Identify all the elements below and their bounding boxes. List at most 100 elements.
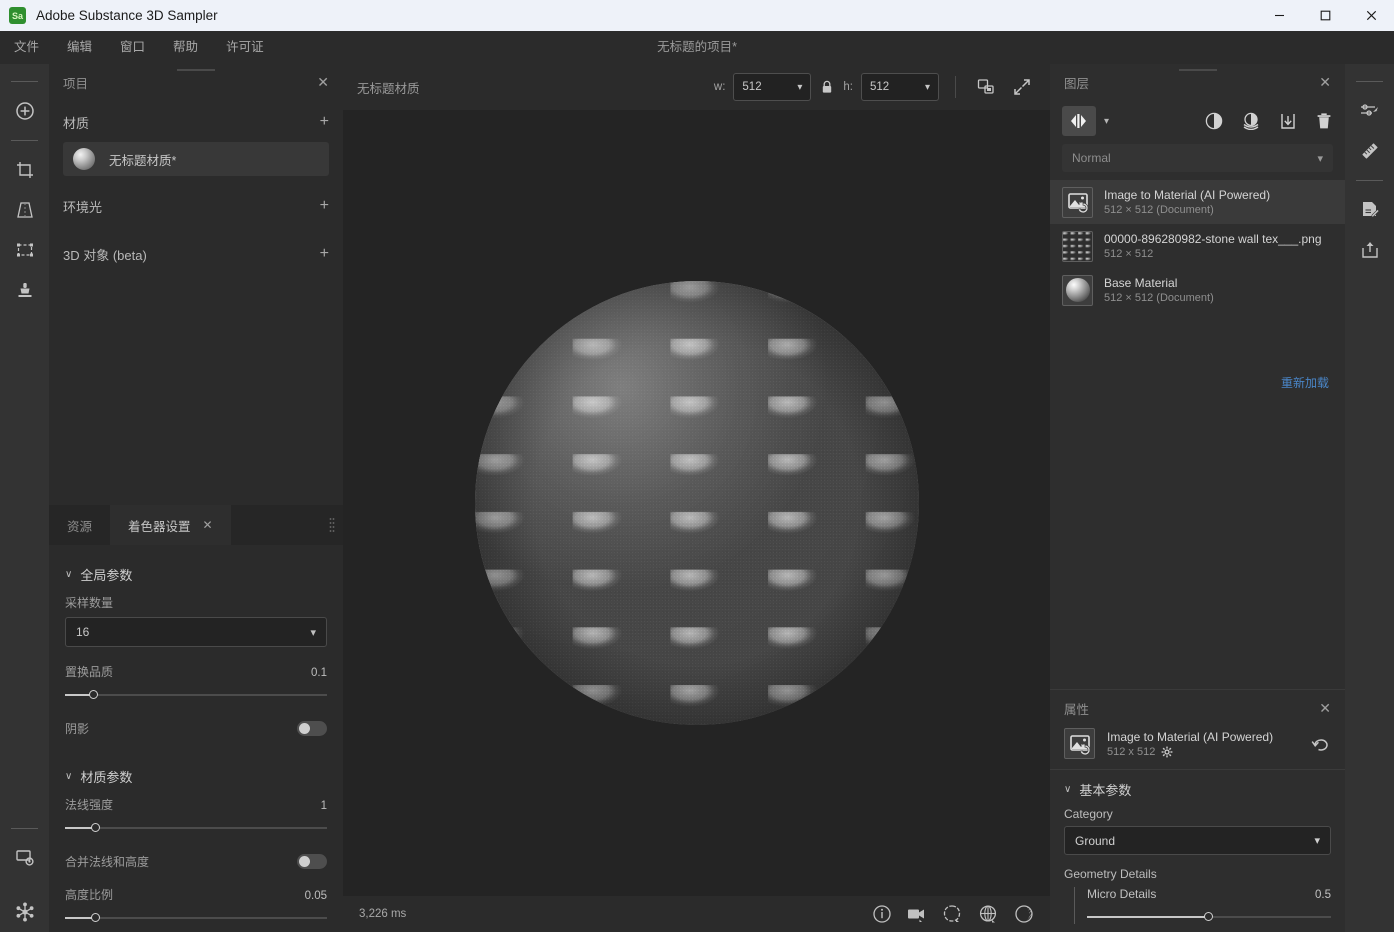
compare-view-button[interactable] — [972, 73, 1000, 101]
right-toolbar — [1345, 64, 1394, 932]
close-button[interactable] — [1348, 0, 1394, 31]
tab-shader-settings[interactable]: 着色器设置 ✕ — [110, 505, 231, 545]
info-button[interactable] — [872, 904, 892, 924]
lock-icon[interactable] — [821, 80, 833, 94]
document-edit-icon — [1362, 202, 1379, 218]
slider-knob[interactable] — [88, 690, 98, 699]
sample-count-label: 采样数量 — [65, 596, 114, 610]
material-sphere-button[interactable] — [1014, 904, 1034, 924]
slider-knob[interactable] — [1204, 912, 1213, 921]
reset-icon — [1311, 738, 1328, 751]
width-select[interactable]: 512 ▾ — [733, 73, 812, 101]
camera-button[interactable] — [906, 904, 928, 924]
viewport-tools: w: 512 ▾ h: 512 ▾ — [714, 73, 1036, 101]
close-icon[interactable]: ✕ — [1319, 75, 1331, 89]
chevron-down-icon: ∨ — [1064, 784, 1072, 795]
parameters-tool-button[interactable] — [1350, 91, 1390, 131]
merge-normal-height-label: 合并法线和高度 — [65, 855, 150, 869]
minimize-button[interactable] — [1256, 0, 1302, 31]
slider-knob[interactable] — [91, 913, 101, 922]
add-material-button[interactable]: + — [320, 114, 329, 130]
3d-viewport-canvas[interactable] — [343, 110, 1050, 896]
fullscreen-button[interactable] — [1008, 73, 1036, 101]
group-material-params[interactable]: ∨ 材质参数 — [65, 767, 327, 786]
transform-tool-button[interactable] — [5, 230, 45, 270]
group-global-params[interactable]: ∨ 全局参数 — [65, 565, 327, 584]
close-icon[interactable]: ✕ — [1319, 700, 1331, 717]
properties-panel: 属性 ✕ Image to Material (AI Powered) 512 … — [1050, 689, 1345, 932]
clone-stamp-tool-button[interactable] — [5, 270, 45, 310]
panel-grab-handle[interactable] — [177, 69, 215, 71]
material-preview-sphere[interactable] — [474, 281, 919, 725]
stone-texture-thumbnail — [1062, 230, 1093, 262]
tab-resources-label: 资源 — [67, 519, 93, 534]
slider-track — [65, 694, 327, 696]
close-icon[interactable]: ✕ — [317, 75, 329, 89]
node-graph-button[interactable] — [5, 892, 45, 932]
panel-drag-dots[interactable] — [329, 517, 335, 533]
reset-button[interactable] — [1311, 736, 1331, 752]
adjustment-button[interactable] — [1205, 112, 1223, 130]
environment-button[interactable] — [942, 904, 964, 924]
chevron-down-icon: ▾ — [924, 81, 930, 93]
layer-row[interactable]: Image to Material (AI Powered) 512 × 512… — [1050, 180, 1345, 224]
menu-window[interactable]: 窗口 — [106, 31, 159, 64]
sliders-pin-icon — [1360, 104, 1379, 116]
height-scale-slider[interactable] — [65, 911, 327, 925]
chevron-down-icon[interactable]: ▾ — [1104, 116, 1109, 127]
displacement-quality-slider[interactable] — [65, 688, 327, 702]
menu-help[interactable]: 帮助 — [159, 31, 212, 64]
add-3d-object-button[interactable]: + — [320, 246, 329, 262]
layer-row[interactable]: 00000-896280982-stone wall tex___.png 51… — [1050, 224, 1345, 268]
filter-button[interactable] — [1241, 112, 1261, 130]
chevron-down-icon: ▾ — [1317, 152, 1323, 165]
globe-button[interactable] — [978, 904, 1000, 924]
height-select[interactable]: 512 ▾ — [861, 73, 939, 101]
menu-license[interactable]: 许可证 — [212, 31, 278, 64]
slider-knob[interactable] — [91, 823, 101, 832]
layer-row[interactable]: Base Material 512 × 512 (Document) — [1050, 268, 1345, 312]
add-tool-button[interactable] — [5, 91, 45, 131]
category-select[interactable]: Ground ▾ — [1064, 826, 1331, 855]
menu-edit[interactable]: 编辑 — [53, 31, 106, 64]
material-list-item[interactable]: 无标题材质* — [63, 142, 329, 176]
notes-tool-button[interactable] — [1350, 190, 1390, 230]
expand-icon — [1014, 79, 1030, 95]
group-basic-params[interactable]: ∨ 基本参数 — [1064, 780, 1331, 799]
tab-resources[interactable]: 资源 — [49, 505, 110, 545]
shadow-toggle[interactable] — [297, 721, 327, 736]
gear-icon[interactable] — [1161, 746, 1173, 758]
crop-tool-button[interactable] — [5, 150, 45, 190]
add-environment-button[interactable]: + — [320, 198, 329, 214]
sample-count-select[interactable]: 16 ▾ — [65, 617, 327, 647]
perspective-icon — [16, 202, 33, 218]
displacement-quality-value: 0.1 — [311, 667, 327, 679]
micro-details-slider[interactable] — [1087, 910, 1331, 924]
delete-button[interactable] — [1315, 112, 1333, 130]
tab-close-icon[interactable]: ✕ — [203, 518, 213, 532]
adjustment-icon — [1205, 112, 1223, 130]
menu-file[interactable]: 文件 — [0, 31, 53, 64]
reload-link[interactable]: 重新加载 — [1281, 374, 1329, 391]
blend-mode-value: Normal — [1072, 151, 1111, 165]
merge-normal-height-toggle[interactable] — [297, 854, 327, 869]
layers-panel-title: 图层 — [1064, 76, 1090, 91]
transform-icon — [16, 243, 33, 257]
measure-tool-button[interactable] — [1350, 131, 1390, 171]
slider-track — [65, 827, 327, 829]
render-settings-button[interactable] — [5, 838, 45, 878]
split-view-button[interactable] — [1062, 106, 1096, 136]
maximize-button[interactable] — [1302, 0, 1348, 31]
camera-icon — [908, 909, 924, 922]
blend-mode-select[interactable]: Normal ▾ — [1062, 144, 1333, 172]
image-to-material-icon — [1062, 186, 1093, 218]
export-tool-button[interactable] — [1350, 230, 1390, 270]
slider-fill — [1087, 916, 1209, 918]
import-button[interactable] — [1279, 112, 1297, 130]
normal-intensity-slider[interactable] — [65, 821, 327, 835]
chevron-down-icon: ▾ — [1314, 835, 1320, 847]
rail-separator — [1356, 81, 1383, 82]
section-environment-label: 环境光 — [63, 199, 103, 215]
perspective-tool-button[interactable] — [5, 190, 45, 230]
panel-grab-handle[interactable] — [1178, 69, 1217, 71]
